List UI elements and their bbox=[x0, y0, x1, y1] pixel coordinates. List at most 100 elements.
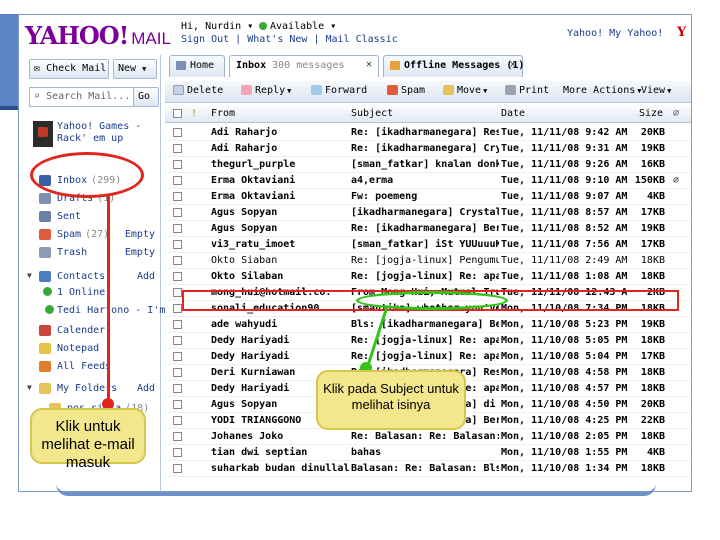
print-button[interactable]: Print bbox=[505, 85, 549, 96]
tab-inbox[interactable]: Inbox 300 messages ✕ bbox=[229, 55, 379, 77]
row-from[interactable]: Okto Siaban bbox=[211, 255, 349, 266]
sidebar-item-spam[interactable]: Spam (27) Empty bbox=[23, 227, 159, 243]
row-from[interactable]: Dedy Hariyadi bbox=[211, 351, 349, 362]
row-subject[interactable]: Balasan: Re: Balasan: Bls: [jogja-linu bbox=[351, 463, 499, 474]
row-checkbox[interactable] bbox=[173, 272, 182, 281]
row-subject[interactable]: Re: [ikadharmanegara] Crystal Rep bbox=[351, 143, 499, 154]
go-button[interactable]: Go bbox=[133, 87, 159, 107]
search-input[interactable]: ⌕ Search Mail... bbox=[29, 87, 137, 107]
forward-button[interactable]: Forward bbox=[311, 85, 367, 96]
row-subject[interactable]: [sman_fatkar] knalan donk bbox=[351, 159, 499, 170]
row-checkbox[interactable] bbox=[173, 288, 182, 297]
close-icon[interactable]: ✕ bbox=[366, 59, 372, 70]
new-button[interactable]: New ▼ bbox=[113, 59, 157, 79]
row-checkbox[interactable] bbox=[173, 432, 182, 441]
row-from[interactable]: Erma Oktaviani bbox=[211, 175, 349, 186]
row-checkbox[interactable] bbox=[173, 416, 182, 425]
row-subject[interactable]: Fw: poemeng bbox=[351, 191, 499, 202]
row-from[interactable]: Adi Raharjo bbox=[211, 143, 349, 154]
row-checkbox[interactable] bbox=[173, 256, 182, 265]
row-checkbox[interactable] bbox=[173, 128, 182, 137]
tab-home[interactable]: Home bbox=[169, 55, 225, 77]
attachment-column-icon[interactable]: ⌀ bbox=[673, 108, 679, 119]
column-size[interactable]: Size bbox=[639, 108, 663, 119]
expand-icon[interactable]: ▼ bbox=[27, 383, 32, 392]
row-checkbox[interactable] bbox=[173, 384, 182, 393]
row-checkbox[interactable] bbox=[173, 240, 182, 249]
delete-button[interactable]: Delete bbox=[173, 85, 223, 96]
row-from[interactable]: Agus Sopyan bbox=[211, 207, 349, 218]
row-subject[interactable]: Re: [jogja-linux] Pengumuman Release bbox=[351, 255, 499, 266]
row-from[interactable]: Adi Raharjo bbox=[211, 127, 349, 138]
row-subject[interactable]: bahas bbox=[351, 447, 499, 458]
row-checkbox[interactable] bbox=[173, 208, 182, 217]
sidebar-item-contacts[interactable]: ▼ Contacts Add bbox=[23, 269, 159, 285]
sidebar-item-1-online[interactable]: 1 Online bbox=[23, 285, 159, 301]
user-greeting[interactable]: Hi, Nurdin ▾ bbox=[181, 21, 253, 32]
move-button[interactable]: Move ▼ bbox=[443, 85, 487, 96]
row-checkbox[interactable] bbox=[173, 368, 182, 377]
sidebar-item-tedi-hartono-i-m[interactable]: Tedi Hartono - I'm bbox=[23, 303, 165, 319]
sidebar-item-sent[interactable]: Sent bbox=[23, 209, 159, 225]
sidebar-item-calender[interactable]: Calender bbox=[23, 323, 159, 339]
row-subject[interactable]: Re: [jogja-linux] Re: apa kabar Jog: bbox=[351, 271, 499, 282]
check-mail-button[interactable]: ✉ Check Mail bbox=[29, 59, 109, 79]
row-from[interactable]: suharkab budan dinullal bbox=[211, 463, 349, 474]
more-actions-button[interactable]: More Actions ▼ bbox=[563, 85, 641, 96]
row-checkbox[interactable] bbox=[173, 352, 182, 361]
table-row[interactable]: Johanes JokoRe: Balasan: Re: Balasan: Bl… bbox=[165, 429, 691, 445]
row-checkbox[interactable] bbox=[173, 464, 182, 473]
row-checkbox[interactable] bbox=[173, 192, 182, 201]
add-link[interactable]: Add bbox=[137, 271, 155, 282]
spam-button[interactable]: Spam bbox=[387, 85, 425, 96]
row-checkbox[interactable] bbox=[173, 160, 182, 169]
row-from[interactable]: Erma Oktaviani bbox=[211, 191, 349, 202]
row-from[interactable]: vi3_ratu_imoet bbox=[211, 239, 349, 250]
close-icon[interactable]: ✕ bbox=[510, 59, 516, 70]
row-subject[interactable]: a4,erma bbox=[351, 175, 499, 186]
row-subject[interactable]: [sman_fatkar] iSt YUUuuuK bbox=[351, 239, 499, 250]
table-row[interactable]: Erma Oktaviani a4,erma Tue, 11/11/08 9:10 … bbox=[165, 173, 691, 189]
add-link[interactable]: Add bbox=[137, 383, 155, 394]
row-from[interactable]: Dedy Hariyadi bbox=[211, 335, 349, 346]
table-row[interactable]: Adi RaharjoRe: [ikadharmanegara] Crystal… bbox=[165, 141, 691, 157]
sidebar-item-notepad[interactable]: Notepad bbox=[23, 341, 159, 357]
table-row[interactable]: Dedy HariyadiRe: [jogja-linux] Re: apa k… bbox=[165, 349, 691, 365]
row-checkbox[interactable] bbox=[173, 176, 182, 185]
row-checkbox[interactable] bbox=[173, 304, 182, 313]
flag-column-icon[interactable]: ! bbox=[191, 108, 197, 119]
table-row[interactable]: suharkab budan dinullal Balasan: Re: Bala… bbox=[165, 461, 691, 477]
row-checkbox[interactable] bbox=[173, 320, 182, 329]
games-promo[interactable]: Yahoo! Games - Rack' em up bbox=[33, 121, 157, 151]
row-checkbox[interactable] bbox=[173, 448, 182, 457]
attachment-icon[interactable]: ⌀ bbox=[673, 175, 687, 186]
table-row[interactable]: Okto SilabanRe: [jogja-linux] Re: apa ka… bbox=[165, 269, 691, 285]
table-row[interactable]: thegurl_purple [sman_fatkar] knalan donk T… bbox=[165, 157, 691, 173]
view-button[interactable]: View ▼ bbox=[641, 85, 671, 96]
expand-icon[interactable]: ▼ bbox=[27, 271, 32, 280]
row-checkbox[interactable] bbox=[173, 224, 182, 233]
table-row[interactable]: vi3_ratu_imoet [sman_fatkar] iSt YUUuuuK T… bbox=[165, 237, 691, 253]
row-checkbox[interactable] bbox=[173, 400, 182, 409]
yahoo-mail-logo[interactable]: YAHOO! MAIL bbox=[25, 21, 171, 50]
reply-button[interactable]: Reply ▼ bbox=[241, 85, 291, 96]
table-row[interactable]: Okto SiabanRe: [jogja-linux] Pengumuman … bbox=[165, 253, 691, 269]
column-subject[interactable]: Subject bbox=[351, 108, 393, 119]
table-row[interactable]: tian dwi septian bahas Mon, 11/10/08 1:55 … bbox=[165, 445, 691, 461]
row-subject[interactable]: Bls: [ikadharmanegara] Berita Kelal bbox=[351, 319, 499, 330]
row-from[interactable]: thegurl_purple bbox=[211, 159, 349, 170]
table-row[interactable]: Erma Oktaviani Fw: poemeng Tue, 11/11/08 9… bbox=[165, 189, 691, 205]
row-from[interactable]: Agus Sopyan bbox=[211, 223, 349, 234]
sidebar-item-all-feeds[interactable]: All Feeds bbox=[23, 359, 159, 375]
table-row[interactable]: ade wahyudiBls: [ikadharmanegara] Berita… bbox=[165, 317, 691, 333]
row-subject[interactable]: [ikadharmanegara] Crystal Report bbox=[351, 207, 499, 218]
sidebar-item-trash[interactable]: Trash Empty bbox=[23, 245, 159, 261]
sidebar-item-my-folders[interactable]: ▼ My Folders Add bbox=[23, 381, 159, 397]
table-row[interactable]: Adi RaharjoRe: [ikadharmanegara] Respon … bbox=[165, 125, 691, 141]
row-from[interactable]: ade wahyudi bbox=[211, 319, 349, 330]
row-checkbox[interactable] bbox=[173, 144, 182, 153]
row-subject[interactable]: Re: [ikadharmanegara] Berita Kelal bbox=[351, 223, 499, 234]
select-all-checkbox[interactable] bbox=[173, 109, 182, 118]
column-date[interactable]: Date bbox=[501, 108, 525, 119]
yahoo-links[interactable]: Yahoo! My Yahoo! bbox=[567, 28, 663, 39]
